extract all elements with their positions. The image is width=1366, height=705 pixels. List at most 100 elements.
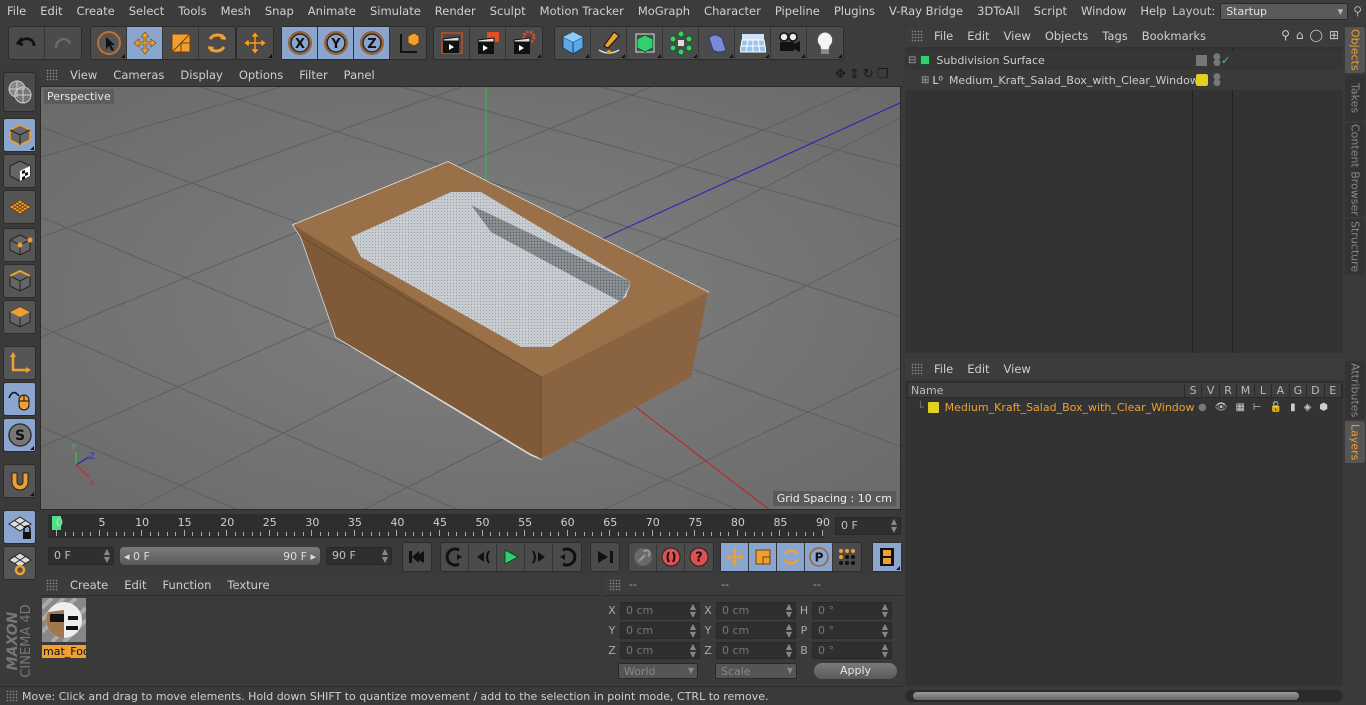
viewport-menu-cameras[interactable]: Cameras (105, 68, 172, 82)
tab-structure[interactable]: Structure (1345, 219, 1365, 275)
undo-button[interactable] (9, 27, 45, 59)
object-menu-view[interactable]: View (997, 29, 1038, 43)
planar-workplane-button[interactable] (3, 546, 36, 580)
editor-render-toggle-icon[interactable] (1196, 54, 1207, 66)
snap-button[interactable]: S (3, 418, 36, 452)
panel-grip[interactable] (911, 363, 923, 375)
tab-objects[interactable]: Objects (1345, 27, 1365, 73)
layer-menu-edit[interactable]: Edit (960, 362, 996, 376)
polygons-mode-button[interactable] (3, 300, 36, 334)
generators-icon[interactable]: ◈ (1304, 402, 1312, 413)
spinner-icon[interactable]: ▲ ▼ (786, 603, 792, 619)
go-to-start-button[interactable] (403, 543, 431, 571)
texture-mode-button[interactable] (3, 154, 36, 188)
spinner-icon[interactable]: ▲ ▼ (891, 518, 897, 534)
manager-icon[interactable]: ⊢ (1253, 402, 1262, 413)
current-frame-field[interactable]: 0 F ▲ ▼ (835, 517, 901, 535)
coordinate-field[interactable]: 0 cm ▲ ▼ (620, 602, 700, 619)
animation-icon[interactable]: ▮ (1290, 402, 1296, 413)
spinner-icon[interactable]: ▲ ▼ (104, 548, 110, 564)
timeline-ruler[interactable]: 0 5 10 15 20 25 30 35 40 45 50 55 60 65 70 75 80 85 90 (48, 514, 830, 538)
tab-attributes[interactable]: Attributes (1345, 361, 1365, 419)
column-header-s[interactable]: S (1185, 383, 1203, 397)
object-menu-edit[interactable]: Edit (960, 29, 996, 43)
go-to-end-button[interactable] (591, 543, 619, 571)
coordinate-field[interactable]: 0 cm ▲ ▼ (716, 602, 796, 619)
column-header-name[interactable]: Name (908, 383, 1185, 397)
menu-tools[interactable]: Tools (171, 4, 213, 18)
dolly-icon[interactable]: ⇕ (849, 67, 860, 82)
spinner-icon[interactable]: ▲ ▼ (690, 643, 696, 659)
enabled-check-icon[interactable]: ✓ (1221, 54, 1230, 67)
coordinate-field[interactable]: 0 ° ▲ ▼ (812, 642, 892, 659)
make-editable-button[interactable] (3, 72, 36, 112)
transform-mode-select[interactable]: Scale ▼ (715, 663, 797, 679)
layer-menu-file[interactable]: File (927, 362, 960, 376)
eye-icon[interactable]: ◯ (1310, 28, 1323, 42)
coordinate-field[interactable]: 0 cm ▲ ▼ (716, 622, 796, 639)
viewport-menu-panel[interactable]: Panel (336, 68, 383, 82)
deformers-icon[interactable]: ⬢ (1319, 402, 1328, 413)
column-header-g[interactable]: G (1290, 383, 1308, 397)
render-clapper-icon[interactable]: ▦ (1235, 402, 1244, 413)
lock-workplane-button[interactable] (3, 510, 36, 544)
column-header-l[interactable]: L (1255, 383, 1273, 397)
visibility-dots-icon[interactable]: ● ● (1213, 73, 1221, 88)
column-header-v[interactable]: V (1202, 383, 1220, 397)
visibility-dots-icon[interactable]: ● ● (1213, 53, 1221, 68)
menu-snap[interactable]: Snap (258, 4, 301, 18)
menu-plugins[interactable]: Plugins (827, 4, 882, 18)
panel-grip[interactable] (609, 578, 621, 591)
column-header-a[interactable]: A (1272, 383, 1290, 397)
magnet-button[interactable] (3, 464, 36, 498)
menu-motion-tracker[interactable]: Motion Tracker (533, 4, 631, 18)
scale-tool-button[interactable] (163, 27, 199, 59)
material-menu-texture[interactable]: Texture (219, 578, 277, 592)
spinner-icon[interactable]: ▲ ▼ (882, 623, 888, 639)
record-active-objects-button[interactable] (629, 543, 657, 571)
menu-simulate[interactable]: Simulate (363, 4, 428, 18)
play-button[interactable] (497, 543, 525, 571)
spinner-icon[interactable]: ▲ ▼ (690, 603, 696, 619)
menu-edit[interactable]: Edit (33, 4, 69, 18)
menu-v-ray-bridge[interactable]: V-Ray Bridge (882, 4, 970, 18)
coordinate-field[interactable]: 0 ° ▲ ▼ (812, 602, 892, 619)
camera-button[interactable] (771, 27, 807, 59)
menu-pipeline[interactable]: Pipeline (768, 4, 827, 18)
recent-tool-button[interactable] (237, 27, 273, 59)
start-frame-field[interactable]: 0 F ▲ ▼ (48, 547, 114, 565)
end-frame-field[interactable]: 90 F ▲ ▼ (326, 547, 392, 565)
column-header-r[interactable]: R (1220, 383, 1238, 397)
layout-dropdown[interactable]: Startup (1220, 2, 1349, 20)
search-icon[interactable]: ⚲ (1353, 4, 1362, 18)
material-menu-edit[interactable]: Edit (116, 578, 154, 592)
key-scale-button[interactable] (749, 543, 777, 571)
maximize-view-icon[interactable]: ❐ (877, 67, 889, 82)
material-swatch[interactable]: mat_Foc (40, 596, 88, 658)
frame-range-slider[interactable]: ◂ 0 F 90 F ▸ (120, 547, 320, 565)
pan-icon[interactable]: ✥ (835, 67, 846, 82)
collapse-icon[interactable]: ⊟ (908, 55, 916, 66)
expand-icon[interactable]: ⊞ (921, 75, 929, 86)
live-selection-button[interactable] (91, 27, 127, 59)
rotate-tool-button[interactable] (199, 27, 235, 59)
menu-character[interactable]: Character (697, 4, 768, 18)
keyframe-selection-button[interactable]: ? (685, 543, 713, 571)
new-window-icon[interactable]: ⊞ (1329, 28, 1339, 42)
material-menu-create[interactable]: Create (62, 578, 116, 592)
tab-layers[interactable]: Layers (1345, 421, 1365, 463)
view-eye-icon[interactable]: 👁 (1215, 402, 1228, 413)
key-parameter-button[interactable]: P (805, 543, 833, 571)
object-row[interactable]: ⊟ Subdivision Surface ● ● ✓ (905, 50, 1343, 70)
y-axis-button[interactable]: Y (318, 27, 354, 59)
object-row[interactable]: ⊞ L⁰ Medium_Kraft_Salad_Box_with_Clear_W… (905, 70, 1343, 90)
menu-mograph[interactable]: MoGraph (631, 4, 697, 18)
spinner-icon[interactable]: ▲ ▼ (786, 623, 792, 639)
menu-animate[interactable]: Animate (301, 4, 363, 18)
menu-file[interactable]: File (0, 4, 33, 18)
cube-button[interactable] (555, 27, 591, 59)
render-settings-button[interactable] (506, 27, 542, 59)
column-header-m[interactable]: M (1237, 383, 1255, 397)
key-rotation-button[interactable] (777, 543, 805, 571)
spinner-icon[interactable]: ▲ ▼ (382, 548, 388, 564)
